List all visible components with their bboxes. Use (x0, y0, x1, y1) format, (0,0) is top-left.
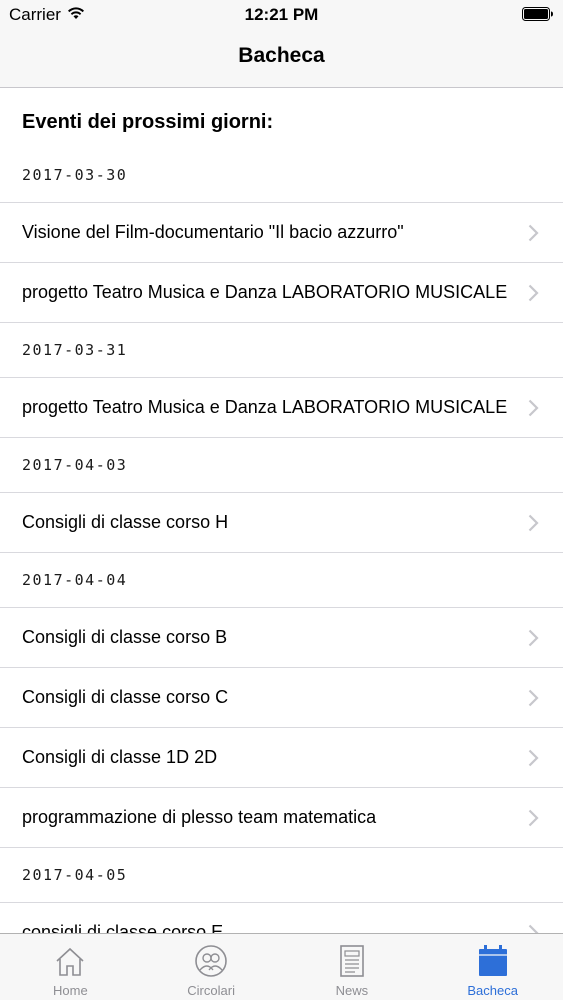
top-bar: Carrier 12:21 PM Bacheca (0, 0, 563, 88)
event-row[interactable]: Visione del Film-documentario "Il bacio … (0, 203, 563, 263)
chevron-right-icon (528, 284, 539, 302)
event-title: progetto Teatro Musica e Danza LABORATOR… (22, 397, 508, 417)
event-title: consigli di classe corso E (22, 922, 224, 933)
home-icon (56, 947, 84, 976)
tab-label: Circolari (187, 983, 235, 998)
event-row[interactable]: Consigli di classe corso C (0, 668, 563, 728)
status-time: 12:21 PM (244, 5, 319, 24)
section-date: 2017-03-31 (22, 341, 128, 359)
tab-news[interactable]: News (282, 934, 423, 1000)
event-title: Consigli di classe 1D 2D (22, 747, 218, 767)
section-date: 2017-04-04 (22, 571, 128, 589)
section-date: 2017-03-30 (22, 166, 128, 184)
event-title: programmazione di plesso team matematica (22, 807, 377, 827)
event-title: Consigli di classe corso C (22, 687, 229, 707)
chevron-right-icon (528, 809, 539, 827)
event-row[interactable]: Consigli di classe corso B (0, 608, 563, 668)
tab-label: Bacheca (467, 983, 518, 998)
chevron-right-icon (528, 224, 539, 242)
event-row[interactable]: Consigli di classe 1D 2D (0, 728, 563, 788)
chevron-right-icon (528, 924, 539, 933)
status-bar: Carrier 12:21 PM (0, 0, 563, 30)
chevron-right-icon (528, 689, 539, 707)
events-list[interactable]: Eventi dei prossimi giorni: 2017-03-30 Vi… (0, 88, 563, 933)
battery-icon (522, 7, 553, 21)
chevron-right-icon (528, 749, 539, 767)
calendar-icon (478, 945, 507, 976)
list-heading: Eventi dei prossimi giorni: (22, 111, 274, 133)
event-title: Visione del Film-documentario "Il bacio … (22, 222, 404, 242)
chevron-right-icon (528, 514, 539, 532)
section-date-header: 2017-04-05 (0, 848, 563, 903)
event-row[interactable]: consigli di classe corso E (0, 903, 563, 933)
event-row[interactable]: progetto Teatro Musica e Danza LABORATOR… (0, 263, 563, 323)
app-screen: Carrier 12:21 PM Bacheca Eventi dei pros… (0, 0, 563, 1000)
section-date: 2017-04-05 (22, 866, 128, 884)
event-row[interactable]: Consigli di classe corso H (0, 493, 563, 553)
chevron-right-icon (528, 629, 539, 647)
tab-circolari[interactable]: Circolari (141, 934, 282, 1000)
section-date: 2017-04-03 (22, 456, 128, 474)
event-title: progetto Teatro Musica e Danza LABORATOR… (22, 282, 508, 302)
people-icon (195, 945, 227, 977)
section-date-header: 2017-03-30 (0, 148, 563, 203)
section-date-header: 2017-04-03 (0, 438, 563, 493)
tab-label: News (335, 983, 369, 998)
page-title: Bacheca (238, 44, 325, 67)
event-row[interactable]: progetto Teatro Musica e Danza LABORATOR… (0, 378, 563, 438)
event-title: Consigli di classe corso B (22, 627, 228, 647)
section-date-header: 2017-03-31 (0, 323, 563, 378)
tab-bacheca[interactable]: Bacheca (422, 934, 563, 1000)
tab-home[interactable]: Home (0, 934, 141, 1000)
event-title: Consigli di classe corso H (22, 512, 229, 532)
chevron-right-icon (528, 399, 539, 417)
event-row[interactable]: programmazione di plesso team matematica (0, 788, 563, 848)
tab-label: Home (53, 983, 88, 998)
tab-bar: Home Circolari News Bacheca (0, 933, 563, 1000)
section-date-header: 2017-04-04 (0, 553, 563, 608)
newspaper-icon (340, 945, 364, 977)
